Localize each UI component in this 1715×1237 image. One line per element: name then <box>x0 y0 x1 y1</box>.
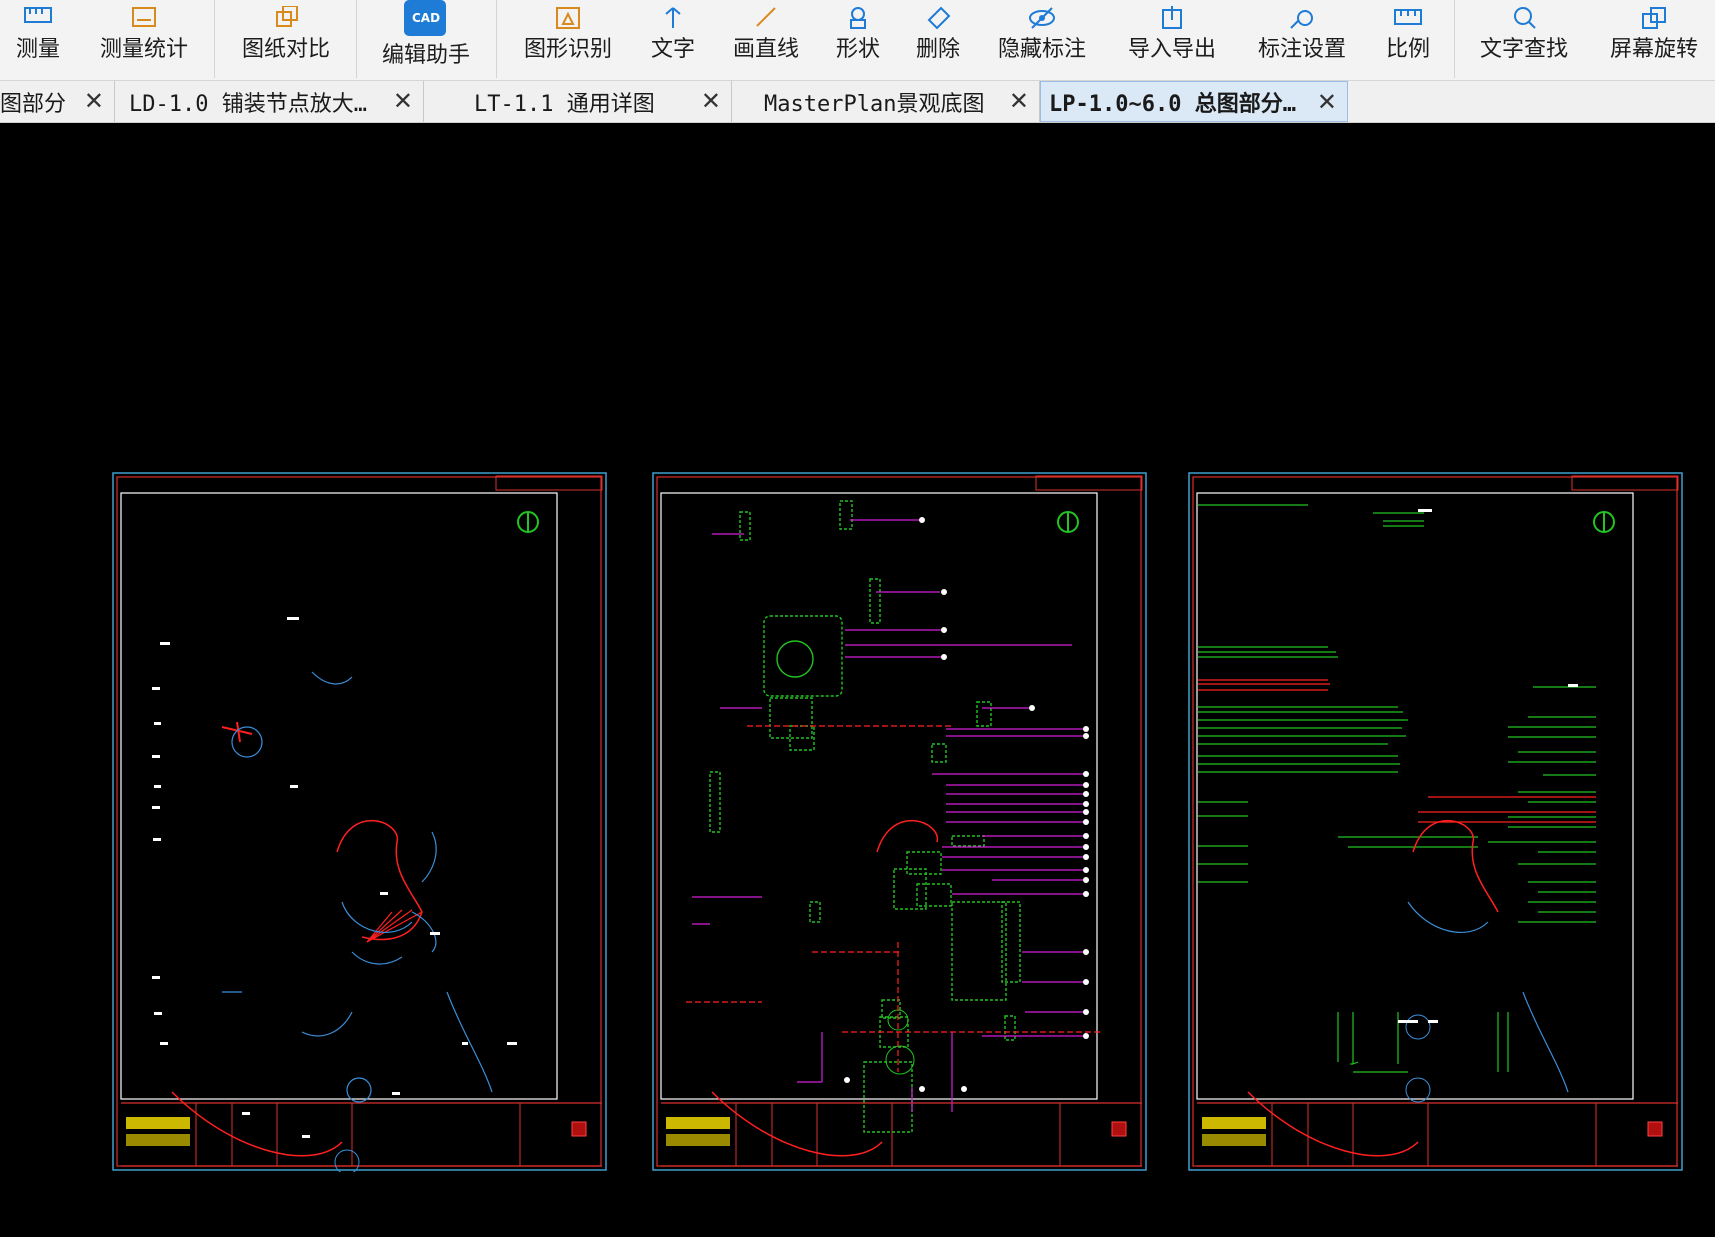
rotate-screen-button[interactable]: 屏幕旋转 <box>1602 0 1706 80</box>
tab-label: LT-1.1 通用详图 <box>474 91 655 117</box>
delete-button[interactable]: 删除 <box>906 0 970 80</box>
shape-label: 形状 <box>835 37 880 62</box>
sheet-border <box>112 472 607 1171</box>
blue-path-curves <box>222 671 493 1093</box>
delete-label: 删除 <box>915 37 960 62</box>
text-icon <box>656 6 690 32</box>
tab-drawing-part[interactable]: 图部分 ✕ <box>0 81 115 122</box>
white-text-labels <box>1398 509 1578 1023</box>
scale-label: 比例 <box>1385 37 1430 62</box>
close-icon[interactable]: ✕ <box>393 87 413 115</box>
drawing-area-frame <box>120 492 558 1100</box>
toolbar-divider <box>214 0 215 78</box>
tab-label: LD-1.0 铺装节点放大… <box>129 91 367 117</box>
annotation-settings-label: 标注设置 <box>1257 37 1346 62</box>
draw-line-button[interactable]: 画直线 <box>724 0 808 80</box>
close-icon[interactable]: ✕ <box>701 87 721 115</box>
svg-text:CAD: CAD <box>412 11 440 25</box>
green-annotation-leaders <box>1198 504 1596 1073</box>
shape-recognize-button[interactable]: 图形识别 <box>516 0 620 80</box>
hide-annotation-label: 隐藏标注 <box>997 37 1086 62</box>
cad-drawing-canvas[interactable] <box>0 123 1715 1237</box>
shape-icon <box>841 6 875 32</box>
title-block-stamp <box>1111 1121 1127 1137</box>
text-search-label: 文字查找 <box>1479 37 1568 62</box>
hide-annotation-button[interactable]: 隐藏标注 <box>990 0 1094 80</box>
toolbar-divider <box>356 0 357 78</box>
measure-label: 测量 <box>15 37 60 62</box>
measure-button[interactable]: 测量 <box>6 0 70 80</box>
scale-icon <box>1391 6 1425 32</box>
draw-line-label: 画直线 <box>732 37 799 62</box>
green-hatched-regions <box>709 500 1021 1133</box>
tab-ld-1-0[interactable]: LD-1.0 铺装节点放大… ✕ <box>115 81 424 122</box>
compare-button[interactable]: 图纸对比 <box>234 0 338 80</box>
cad-edit-label: 编辑助手 <box>381 43 470 68</box>
text-search-icon <box>1507 6 1541 32</box>
document-tab-bar: 图部分 ✕ LD-1.0 铺装节点放大… ✕ LT-1.1 通用详图 ✕ Mas… <box>0 81 1715 123</box>
toolbar-divider <box>496 0 497 78</box>
rotate-screen-icon <box>1637 6 1671 32</box>
text-label: 文字 <box>650 37 695 62</box>
annotation-settings-button[interactable]: 标注设置 <box>1250 0 1354 80</box>
ruler-icon <box>21 6 55 32</box>
scale-button[interactable]: 比例 <box>1376 0 1440 80</box>
tab-label: 图部分 <box>0 91 67 117</box>
text-search-button[interactable]: 文字查找 <box>1472 0 1576 80</box>
drawing-sheet-3[interactable] <box>1188 472 1684 1172</box>
hide-eye-icon <box>1025 6 1059 32</box>
text-button[interactable]: 文字 <box>642 0 704 80</box>
sheet-inner-frame <box>116 476 602 1167</box>
tab-lt-1-1[interactable]: LT-1.1 通用详图 ✕ <box>424 81 732 122</box>
white-text-labels <box>152 617 517 1138</box>
title-block-yellow-text <box>126 1117 190 1146</box>
annotation-settings-icon <box>1285 6 1319 32</box>
tab-label: MasterPlan景观底图 <box>764 91 985 117</box>
title-block-stamp <box>571 1121 587 1137</box>
drawing-sheet-1[interactable] <box>112 472 608 1172</box>
rotate-screen-label: 屏幕旋转 <box>1609 37 1698 62</box>
import-export-icon <box>1155 6 1189 32</box>
title-block-yellow-text <box>666 1117 730 1146</box>
drawing-sheet-2[interactable] <box>652 472 1148 1172</box>
eraser-icon <box>921 6 955 32</box>
close-icon[interactable]: ✕ <box>1317 88 1337 116</box>
top-title-strip <box>1035 475 1143 491</box>
tab-label: LP-1.0~6.0 总图部分… <box>1049 91 1296 117</box>
cad-edit-icon: CAD <box>402 0 450 38</box>
title-block-stamp <box>1647 1121 1663 1137</box>
line-icon <box>749 6 783 32</box>
tab-lp-1-0[interactable]: LP-1.0~6.0 总图部分… ✕ <box>1040 81 1348 122</box>
close-icon[interactable]: ✕ <box>1009 87 1029 115</box>
shape-recognize-label: 图形识别 <box>523 37 612 62</box>
red-leader-lines <box>1198 679 1596 823</box>
import-export-label: 导入导出 <box>1127 37 1216 62</box>
toolbar-divider <box>1454 0 1455 78</box>
red-boundary-curve <box>336 820 423 941</box>
tab-masterplan[interactable]: MasterPlan景观底图 ✕ <box>732 81 1040 122</box>
measure-stats-button[interactable]: 测量统计 <box>92 0 196 80</box>
compare-label: 图纸对比 <box>241 37 330 62</box>
main-toolbar: 测量 测量统计 图纸对比 CAD 编辑助手 图形识别 文字 画直线 形状 删除 … <box>0 0 1715 81</box>
title-block-yellow-text <box>1202 1117 1266 1146</box>
cad-edit-assistant-button[interactable]: CAD 编辑助手 <box>374 0 478 80</box>
compare-icon <box>269 6 303 32</box>
measure-stats-icon <box>127 6 161 32</box>
close-icon[interactable]: ✕ <box>84 87 104 115</box>
top-title-strip <box>495 475 603 491</box>
shape-button[interactable]: 形状 <box>826 0 890 80</box>
shape-recognize-icon <box>551 6 585 32</box>
red-dashed-lines <box>686 725 1102 1072</box>
measure-stats-label: 测量统计 <box>99 37 188 62</box>
drawing-area-frame <box>1196 492 1634 1100</box>
import-export-button[interactable]: 导入导出 <box>1120 0 1224 80</box>
top-title-strip <box>1571 475 1679 491</box>
drawing-area-frame <box>660 492 1098 1100</box>
